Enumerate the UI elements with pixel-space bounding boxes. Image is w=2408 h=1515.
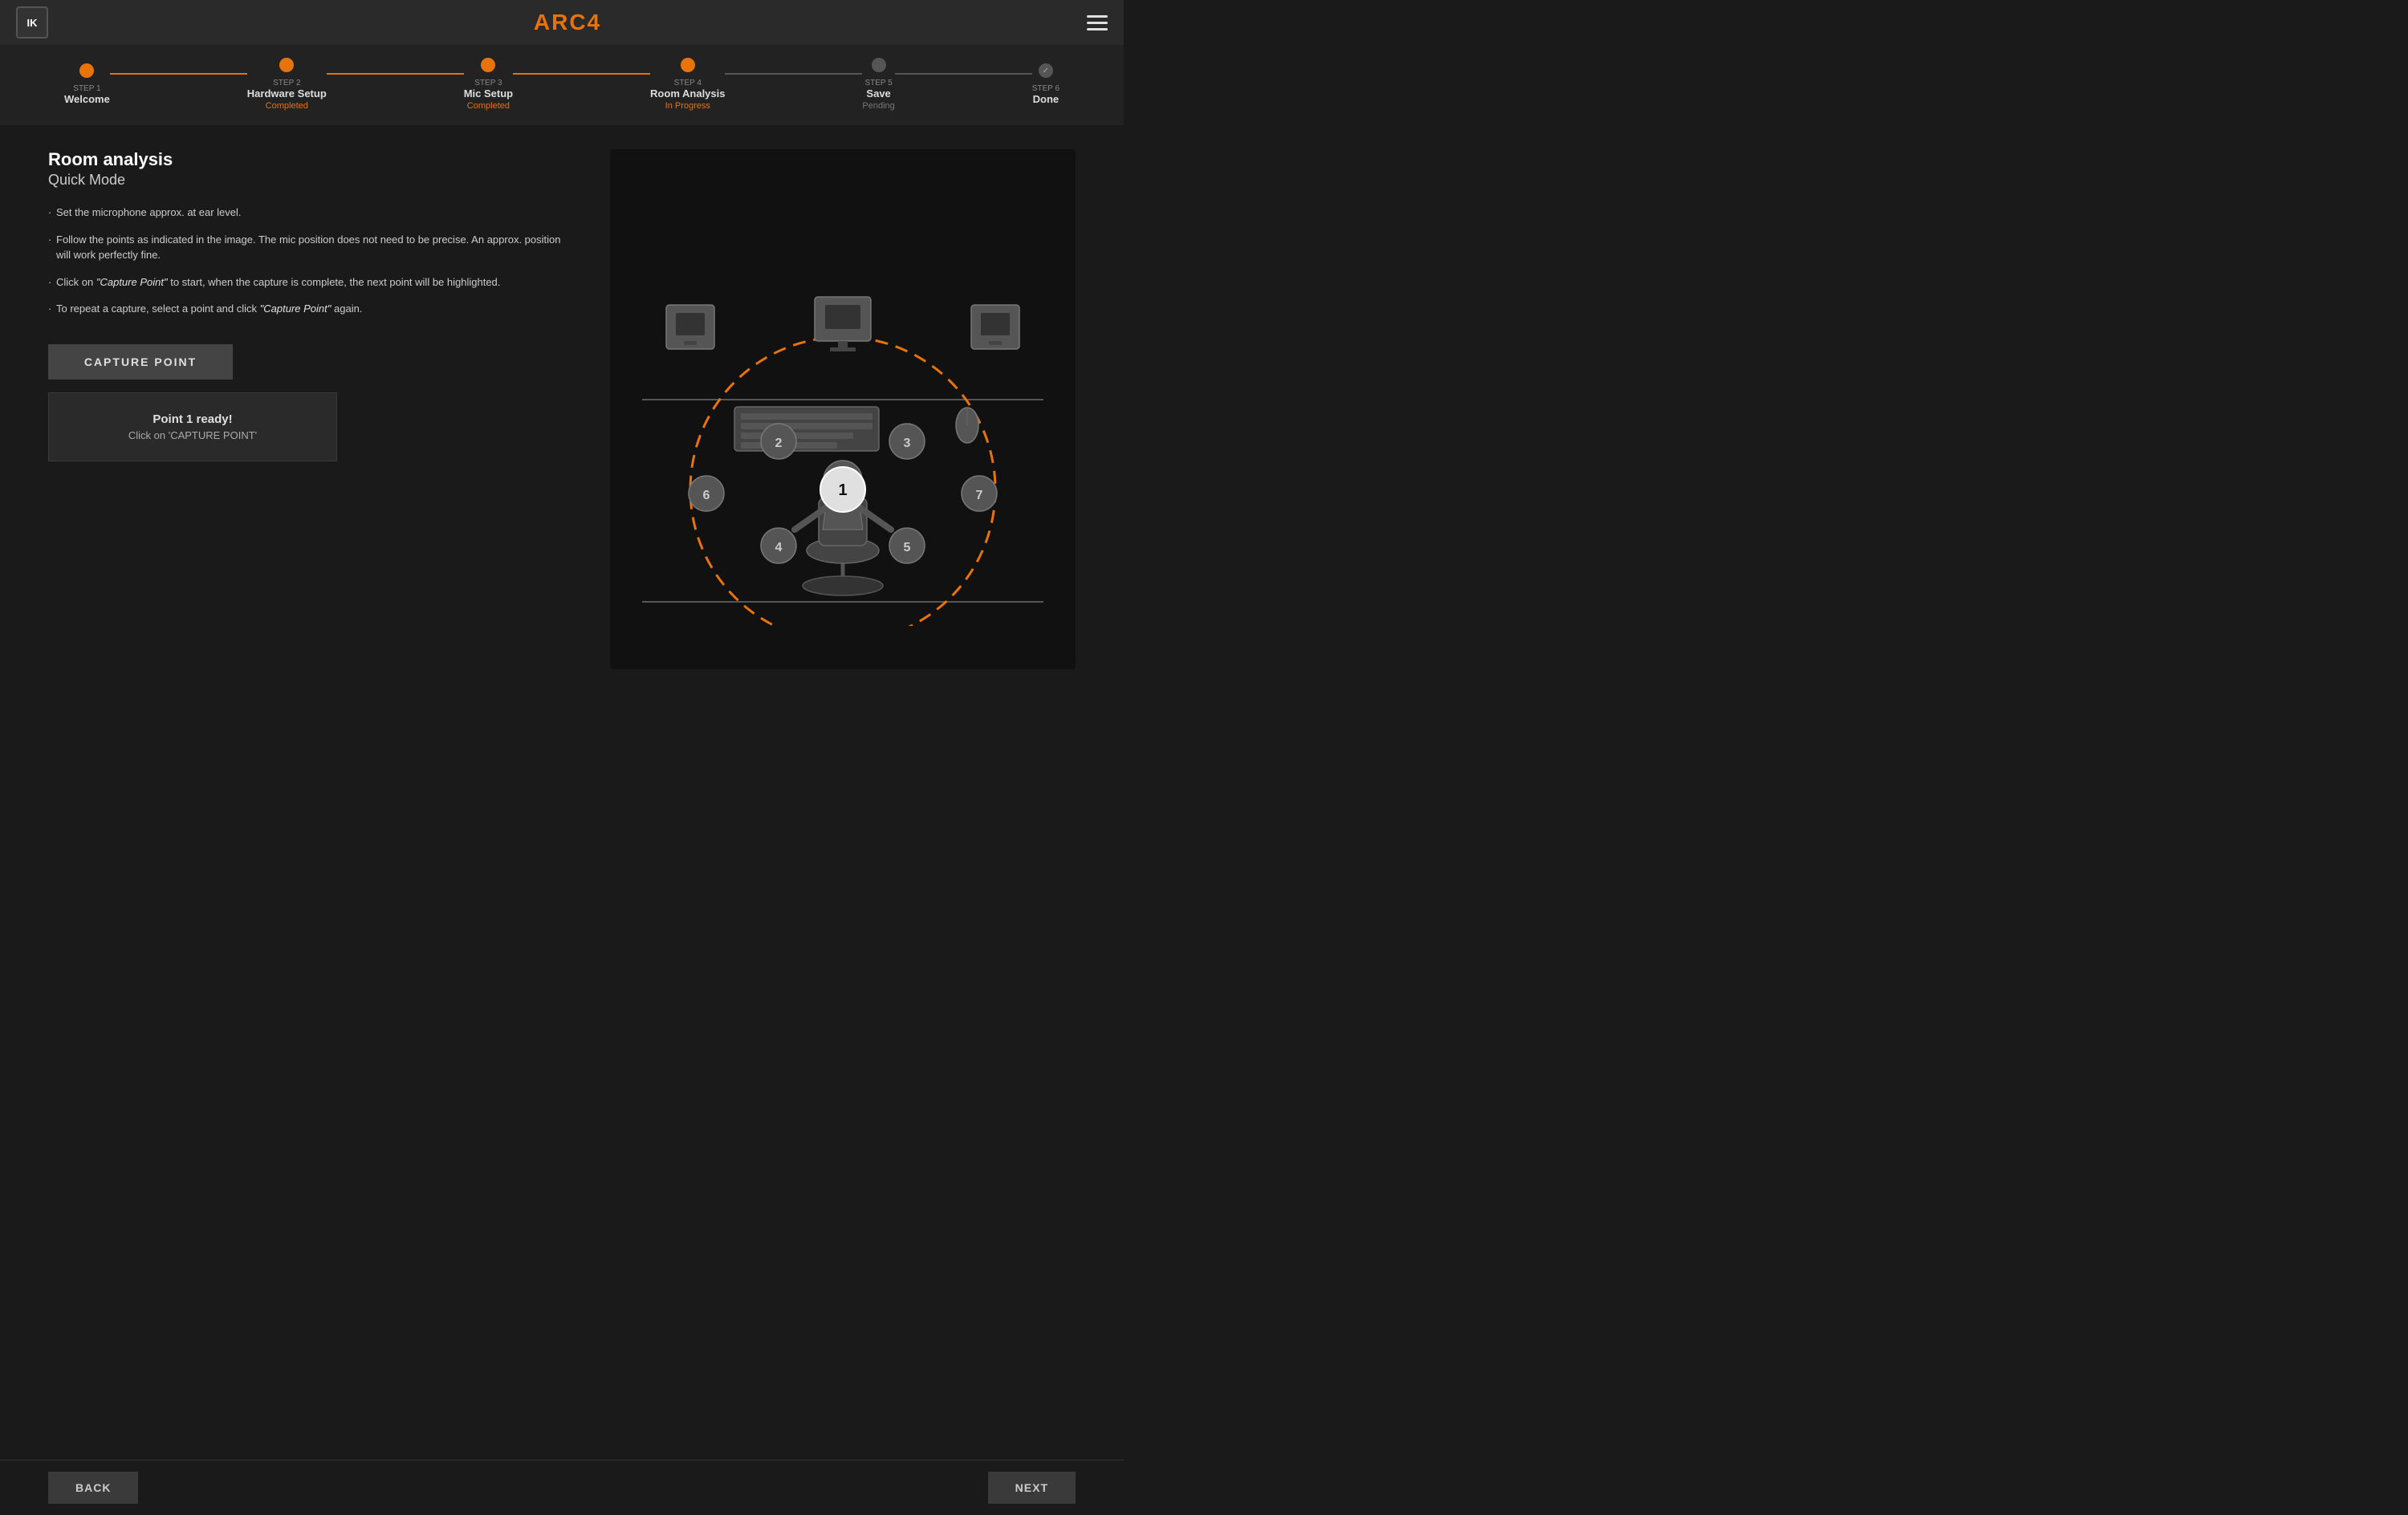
step-2-status: Completed: [266, 101, 308, 111]
status-line-1: Point 1 ready!: [65, 412, 320, 426]
point-6[interactable]: 6: [689, 476, 724, 511]
svg-text:7: 7: [976, 489, 983, 502]
step-3-dot: [481, 58, 495, 72]
point-4[interactable]: 4: [761, 528, 796, 563]
capture-point-button[interactable]: CAPTURE POINT: [48, 344, 233, 380]
step-5-dot: [872, 58, 886, 72]
step-3: STEP 3 Mic Setup Completed: [464, 58, 513, 111]
point-5[interactable]: 5: [889, 528, 925, 563]
step-6-name: Done: [1033, 93, 1060, 105]
step-4: STEP 4 Room Analysis In Progress: [650, 58, 725, 111]
instruction-list: Set the microphone approx. at ear level.…: [48, 205, 578, 328]
step-4-dot: [681, 58, 695, 72]
title-number: 4: [588, 10, 602, 35]
step-6: ✓ STEP 6 Done: [1032, 63, 1060, 105]
status-line-2: Click on 'CAPTURE POINT': [65, 429, 320, 441]
section-subtitle: Quick Mode: [48, 172, 578, 189]
step-2-dot: [279, 58, 294, 72]
step-4-status: In Progress: [665, 101, 710, 111]
step-1-name: Welcome: [64, 93, 110, 105]
logo-text: IK: [27, 17, 38, 29]
instruction-3: Click on "Capture Point" to start, when …: [48, 274, 578, 290]
step-1: STEP 1 Welcome: [64, 63, 110, 105]
left-panel: Room analysis Quick Mode Set the microph…: [48, 149, 578, 669]
step-6-num: STEP 6: [1032, 84, 1060, 93]
step-5-num: STEP 5: [864, 79, 892, 87]
room-diagram: 1 2 3 4 5: [610, 149, 1076, 669]
step-2-name: Hardware Setup: [247, 87, 327, 100]
step-1-num: STEP 1: [73, 84, 100, 93]
step-6-dot: ✓: [1039, 63, 1053, 78]
step-4-name: Room Analysis: [650, 87, 725, 100]
footer: BACK NEXT: [0, 1460, 1124, 1515]
point-1[interactable]: 1: [820, 467, 865, 512]
svg-text:1: 1: [838, 481, 847, 499]
line-4-5: [725, 73, 862, 75]
hamburger-line-2: [1087, 22, 1108, 24]
line-2-3: [327, 73, 464, 75]
capture-point-ref-2: "Capture Point": [260, 303, 332, 315]
svg-text:6: 6: [703, 489, 710, 502]
capture-point-ref-1: "Capture Point": [96, 276, 168, 288]
main-content: Room analysis Quick Mode Set the microph…: [0, 125, 1124, 693]
svg-text:3: 3: [904, 437, 911, 450]
section-title: Room analysis: [48, 149, 578, 170]
step-4-num: STEP 4: [674, 79, 702, 87]
speaker-right: [971, 305, 1019, 349]
app-title: ARC4: [534, 10, 601, 35]
step-5-name: Save: [866, 87, 890, 100]
instruction-1: Set the microphone approx. at ear level.: [48, 205, 578, 221]
step-3-status: Completed: [467, 101, 510, 111]
back-button[interactable]: BACK: [48, 1472, 138, 1504]
step-1-dot: [79, 63, 94, 78]
app-header: IK ARC4: [0, 0, 1124, 45]
step-5: STEP 5 Save Pending: [862, 58, 894, 111]
point-3[interactable]: 3: [889, 424, 925, 459]
point-7[interactable]: 7: [962, 476, 997, 511]
speaker-left: [666, 305, 714, 349]
line-1-2: [110, 73, 247, 75]
svg-text:4: 4: [775, 541, 783, 554]
mouse: [956, 408, 978, 443]
instruction-2: Follow the points as indicated in the im…: [48, 232, 578, 263]
step-3-name: Mic Setup: [464, 87, 513, 100]
diagram-svg: 1 2 3 4 5: [610, 193, 1076, 626]
hamburger-line-3: [1087, 28, 1108, 30]
instruction-4: To repeat a capture, select a point and …: [48, 301, 578, 317]
hamburger-line-1: [1087, 15, 1108, 18]
point-2[interactable]: 2: [761, 424, 796, 459]
line-3-4: [513, 73, 650, 75]
steps-bar: STEP 1 Welcome STEP 2 Hardware Setup Com…: [0, 45, 1124, 125]
menu-button[interactable]: [1087, 15, 1108, 30]
app-logo: IK: [16, 6, 48, 39]
step-2: STEP 2 Hardware Setup Completed: [247, 58, 327, 111]
svg-text:5: 5: [904, 541, 911, 554]
keyboard: [734, 407, 879, 451]
step-3-num: STEP 3: [474, 79, 502, 87]
next-button[interactable]: NEXT: [988, 1472, 1076, 1504]
step-5-status: Pending: [862, 101, 894, 111]
status-box: Point 1 ready! Click on 'CAPTURE POINT': [48, 392, 337, 461]
svg-text:2: 2: [775, 437, 783, 450]
line-5-6: [895, 73, 1032, 75]
title-text: ARC: [534, 10, 588, 35]
step-2-num: STEP 2: [273, 79, 300, 87]
